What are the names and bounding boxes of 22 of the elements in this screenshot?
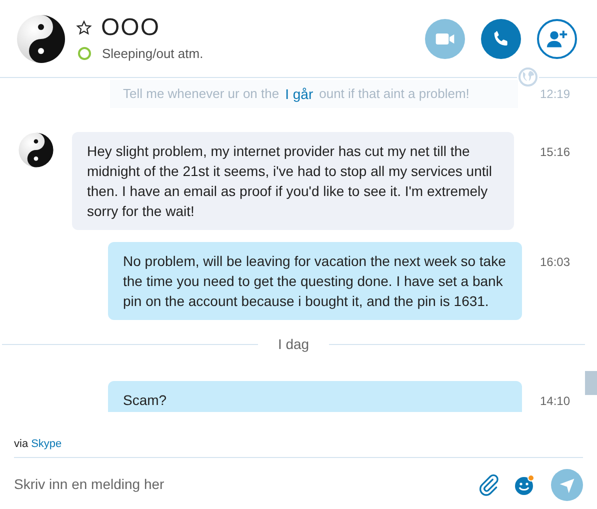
message-time: 12:19 xyxy=(540,86,570,103)
attach-icon[interactable] xyxy=(478,474,500,496)
add-person-button[interactable] xyxy=(537,18,577,58)
skype-link[interactable]: Skype xyxy=(31,436,62,452)
message-bubble: Hey slight problem, my internet provider has cut my net till the midnight of the 21st it seems, i've had to stop all my services until then. I have an email as proof if you'd like to see it. I'm extremely sorry for the wait! xyxy=(72,132,514,230)
message-time: 14:10 xyxy=(540,393,570,410)
emoticon-icon[interactable] xyxy=(513,474,535,496)
contact-name: OOO xyxy=(101,14,160,42)
call-button[interactable] xyxy=(481,18,521,58)
via-label: via xyxy=(14,437,28,452)
date-separator: I går xyxy=(285,84,314,104)
message-time: 16:03 xyxy=(540,254,570,271)
message-input-field[interactable]: Skriv inn en melding her xyxy=(14,474,478,495)
message-time: 15:16 xyxy=(540,144,570,161)
date-separator: I dag xyxy=(276,335,310,354)
faded-message-text: Tell me whenever ur on the xyxy=(123,85,280,104)
scrollbar-thumb[interactable] xyxy=(585,371,597,395)
star-icon[interactable] xyxy=(76,20,92,36)
message-bubble: Scam? xyxy=(108,381,522,412)
faded-message-text: ount if that aint a problem! xyxy=(319,85,470,104)
mood-message: Sleeping/out atm. xyxy=(102,44,204,63)
message-bubble: No problem, will be leaving for vacation the next week so take the time you need to get the questing done. I have set a bank pin on the account because i bought it, and the pin is 1631. xyxy=(108,242,522,320)
